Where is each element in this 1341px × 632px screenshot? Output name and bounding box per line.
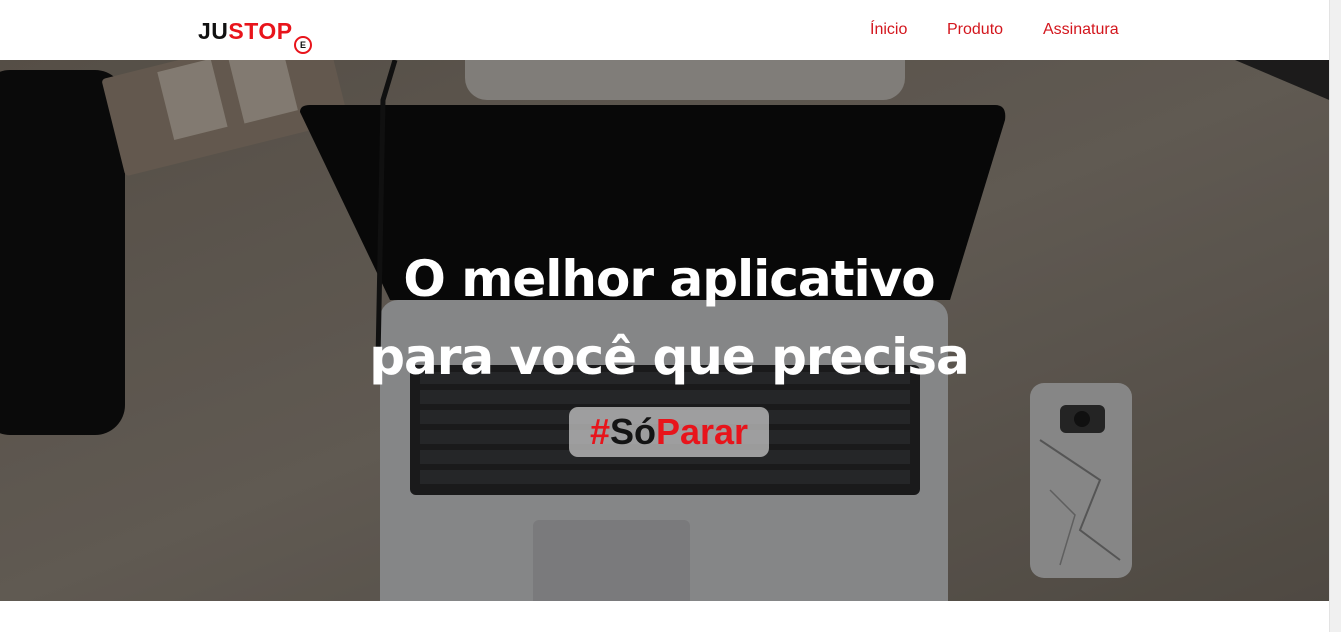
nav-link-produto[interactable]: Produto	[947, 20, 1003, 40]
hashtag-badge: #SóParar	[569, 407, 769, 457]
nav-link-inicio[interactable]: Ínicio	[870, 20, 907, 40]
hashtag-word-so: Só	[609, 411, 656, 452]
navbar: JUSTOP E Ínicio Produto Assinatura	[0, 0, 1330, 60]
hero-section: O melhor aplicativo para você que precis…	[0, 60, 1341, 601]
page-scrollbar[interactable]	[1329, 0, 1341, 632]
nav-link-assinatura[interactable]: Assinatura	[1043, 20, 1119, 40]
hashtag-word-parar: Parar	[655, 411, 749, 452]
hero-headline-line1: O melhor aplicativo	[403, 250, 935, 308]
hero-headline-line2: para você que precisa	[369, 328, 970, 386]
hashtag-symbol: #	[589, 411, 610, 452]
hero-headline: O melhor aplicativo para você que precis…	[0, 240, 1338, 396]
main-nav: Ínicio Produto Assinatura	[0, 20, 1330, 40]
